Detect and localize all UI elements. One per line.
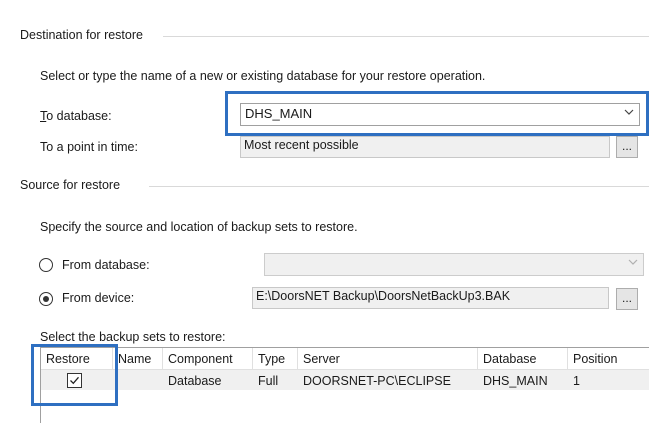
to-database-value: DHS_MAIN bbox=[245, 106, 313, 121]
from-device-path-field: E:\DoorsNET Backup\DoorsNetBackUp3.BAK bbox=[252, 287, 609, 309]
cell-server: DOORSNET-PC\ECLIPSE bbox=[303, 374, 451, 388]
column-header-name[interactable]: Name bbox=[113, 348, 163, 370]
from-database-combobox[interactable] bbox=[264, 253, 644, 276]
to-database-label: To database: bbox=[40, 109, 112, 123]
source-divider bbox=[149, 186, 649, 187]
from-device-radio[interactable] bbox=[39, 292, 53, 306]
destination-instruction: Select or type the name of a new or exis… bbox=[40, 69, 486, 83]
backup-sets-label: Select the backup sets to restore: bbox=[40, 330, 226, 344]
column-header-position[interactable]: Position bbox=[568, 348, 649, 370]
cell-position: 1 bbox=[573, 374, 580, 388]
point-in-time-field: Most recent possible bbox=[240, 136, 610, 158]
point-in-time-label: To a point in time: bbox=[40, 140, 138, 154]
backup-sets-table[interactable]: Restore Name Component Type Server Datab… bbox=[40, 347, 649, 423]
cell-type: Full bbox=[258, 374, 279, 388]
column-header-server[interactable]: Server bbox=[298, 348, 478, 370]
to-database-combobox[interactable]: DHS_MAIN bbox=[240, 103, 640, 126]
column-header-database[interactable]: Database bbox=[478, 348, 568, 370]
chevron-down-icon[interactable] bbox=[623, 107, 635, 117]
radio-selected-dot bbox=[43, 296, 49, 302]
cell-name bbox=[113, 371, 118, 391]
source-group-label: Source for restore bbox=[20, 178, 121, 192]
destination-group-label: Destination for restore bbox=[20, 28, 143, 42]
cell-database: DHS_MAIN bbox=[483, 374, 548, 388]
column-header-type[interactable]: Type bbox=[253, 348, 298, 370]
chevron-down-icon bbox=[628, 259, 638, 265]
from-database-radio[interactable] bbox=[39, 258, 53, 272]
cell-component: Database bbox=[168, 374, 222, 388]
checkmark-icon bbox=[70, 376, 79, 385]
restore-checkbox[interactable] bbox=[67, 373, 82, 388]
column-header-restore[interactable]: Restore bbox=[41, 348, 113, 370]
from-device-label[interactable]: From device: bbox=[62, 291, 134, 305]
point-in-time-browse-button[interactable]: ... bbox=[616, 136, 638, 158]
from-database-label[interactable]: From database: bbox=[62, 258, 150, 272]
from-device-browse-button[interactable]: ... bbox=[616, 288, 638, 310]
destination-divider bbox=[163, 36, 649, 37]
column-header-component[interactable]: Component bbox=[163, 348, 253, 370]
source-instruction: Specify the source and location of backu… bbox=[40, 220, 358, 234]
